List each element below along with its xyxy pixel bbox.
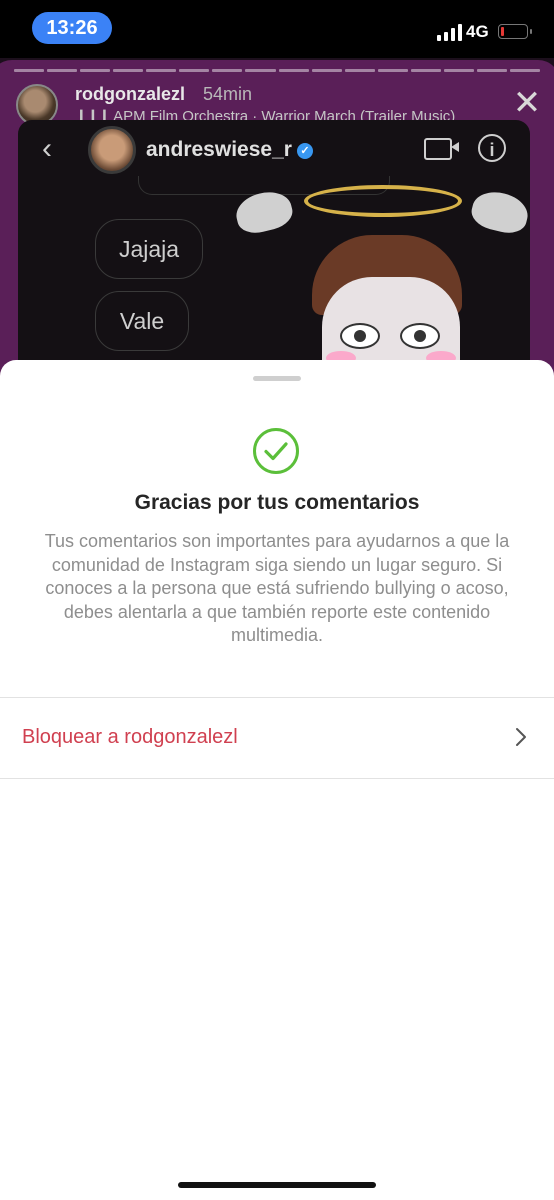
block-user-button[interactable]: Bloquear a rodgonzalezl [0,697,554,778]
status-bar: 13:26 4G [0,0,554,58]
memoji-eye [340,323,380,349]
message-bubble: Vale [95,291,189,351]
story-progress [14,69,540,72]
network-type: 4G [466,22,489,41]
message-bubble: Jajaja [95,219,203,279]
screen: 13:26 4G rodgonzalezl 54min ❙❙❙ APM Film… [0,0,554,1200]
feedback-sheet: Gracias por tus comentarios Tus comentar… [0,360,554,1200]
block-user-label: Bloquear a rodgonzalezl [22,726,238,748]
sheet-title: Gracias por tus comentarios [134,491,420,514]
video-call-icon [424,138,459,160]
story-username[interactable]: rodgonzalezl [75,84,185,105]
sheet-grabber[interactable] [253,376,301,381]
story-background: rodgonzalezl 54min ❙❙❙ APM Film Orchestr… [0,58,554,398]
close-icon[interactable]: ✕ [512,86,542,120]
status-time: 13:26 [32,12,112,44]
halo [304,185,462,217]
chevron-right-icon [516,728,526,746]
chevron-left-icon: ‹ [42,132,52,165]
dm-username: andreswiese_r [146,138,292,161]
sheet-body: Tus comentarios son importantes para ayu… [44,531,510,645]
memoji-eye [400,323,440,349]
divider [0,778,554,779]
verified-badge-icon: ✓ [296,143,313,159]
story-time-ago: 54min [203,84,253,104]
dm-username-row: andreswiese_r ✓ [146,138,313,162]
signal-icon [437,23,462,41]
battery-level [501,27,504,36]
dm-avatar [88,126,136,174]
home-indicator[interactable] [178,1182,376,1188]
battery-icon [498,24,532,39]
check-circle-icon [253,428,299,474]
info-icon: i [478,134,506,162]
